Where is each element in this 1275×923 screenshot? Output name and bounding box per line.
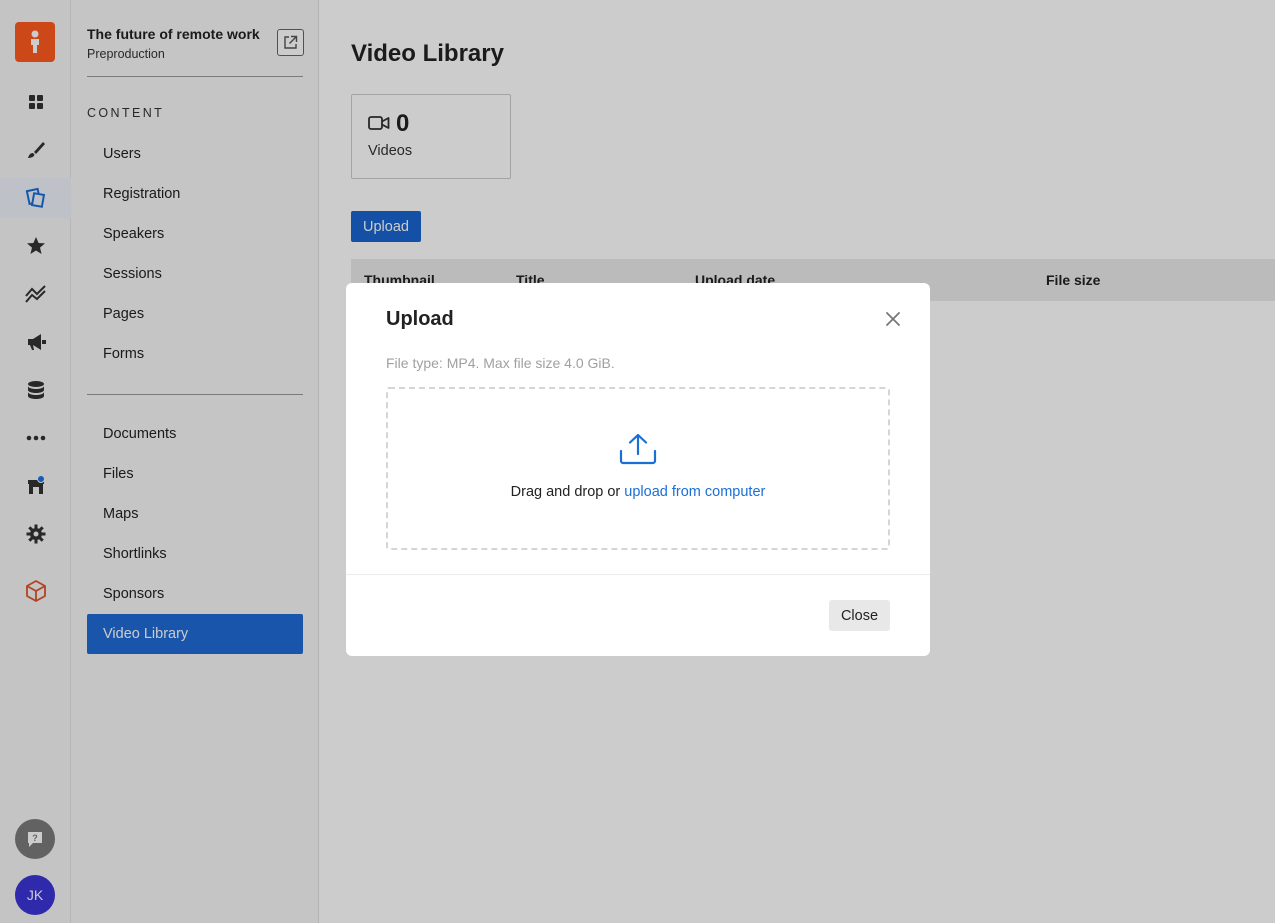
- drag-drop-label: Drag and drop or: [510, 484, 621, 500]
- modal-footer-divider: [346, 574, 930, 575]
- upload-icon: [619, 433, 657, 465]
- upload-modal: Upload File type: MP4. Max file size 4.0…: [346, 283, 930, 656]
- file-type-hint: File type: MP4. Max file size 4.0 GiB.: [386, 355, 615, 371]
- upload-from-computer-link[interactable]: upload from computer: [624, 484, 765, 500]
- modal-title: Upload: [386, 308, 454, 330]
- close-button[interactable]: Close: [829, 600, 890, 631]
- dropzone-text: Drag and drop or upload from computer: [388, 484, 888, 500]
- upload-dropzone[interactable]: Drag and drop or upload from computer: [386, 387, 890, 550]
- close-icon[interactable]: [883, 309, 903, 329]
